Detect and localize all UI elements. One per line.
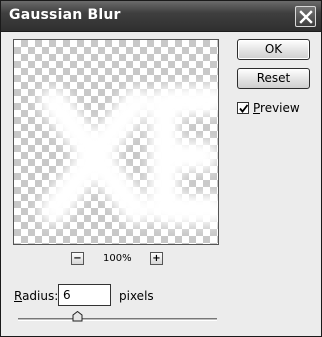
zoom-level: 100% xyxy=(103,253,132,264)
reset-button[interactable]: Reset xyxy=(237,68,310,89)
dialog-title: Gaussian Blur xyxy=(9,7,121,23)
zoom-controls: − 100% + xyxy=(13,250,219,270)
preview-checkbox[interactable] xyxy=(237,102,249,114)
radius-slider[interactable] xyxy=(18,318,217,321)
ok-button[interactable]: OK xyxy=(237,39,310,60)
title-bar[interactable]: Gaussian Blur xyxy=(1,1,321,32)
blur-preview[interactable] xyxy=(13,39,219,245)
radius-slider-thumb[interactable] xyxy=(72,311,83,322)
blurred-text-preview xyxy=(39,85,218,225)
radius-input[interactable]: 6 xyxy=(58,284,111,306)
preview-label[interactable]: Preview xyxy=(253,101,300,115)
checkmark-icon xyxy=(239,104,249,113)
zoom-in-button[interactable]: + xyxy=(150,252,163,265)
radius-label: Radius: xyxy=(14,289,59,303)
close-icon xyxy=(299,10,313,24)
close-button[interactable] xyxy=(295,6,316,27)
radius-unit: pixels xyxy=(119,289,154,303)
zoom-out-button[interactable]: − xyxy=(71,252,84,265)
gaussian-blur-dialog: Gaussian Blur − 100% + OK Reset Preview … xyxy=(0,0,322,337)
